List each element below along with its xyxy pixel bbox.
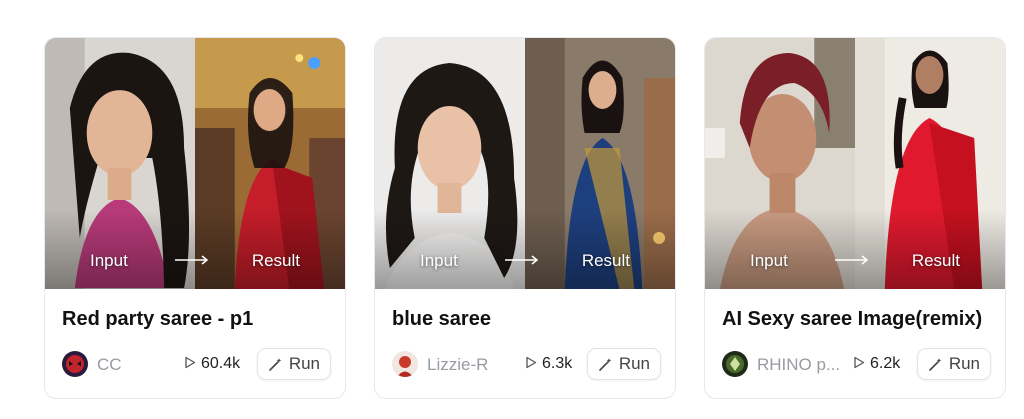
magic-wand-icon: [599, 357, 612, 371]
run-button[interactable]: Run: [256, 348, 331, 380]
author-name[interactable]: CC: [97, 355, 122, 375]
input-label: Input: [420, 251, 458, 270]
run-button-label: Run: [948, 354, 980, 373]
run-button[interactable]: Run: [586, 348, 661, 380]
magic-wand-icon: [929, 357, 942, 371]
run-button-label: Run: [618, 354, 650, 373]
avatar[interactable]: [392, 351, 418, 377]
run-count-value: 6.3k: [542, 355, 573, 372]
card-meta: CC 60.4k Run: [62, 348, 331, 380]
run-count: 60.4k: [184, 355, 240, 373]
result-label: Result: [581, 251, 630, 270]
play-icon: [854, 356, 865, 369]
template-card[interactable]: Input Result Red party saree - p1 CC 60.…: [44, 37, 346, 399]
before-after-preview[interactable]: Input Result: [375, 38, 675, 289]
play-icon: [185, 356, 196, 369]
author-name[interactable]: Lizzie-R: [427, 355, 488, 375]
author-name[interactable]: RHINO p...: [757, 355, 840, 375]
avatar[interactable]: [62, 351, 88, 377]
run-button-label: Run: [288, 354, 320, 373]
arrow-right-icon: [505, 255, 539, 265]
result-label: Result: [251, 251, 300, 270]
card-meta: RHINO p... 6.2k Run: [722, 348, 991, 380]
run-count-value: 6.2k: [870, 355, 901, 372]
run-count: 6.3k: [525, 355, 572, 373]
card-meta: Lizzie-R 6.3k Run: [392, 348, 661, 380]
input-label: Input: [750, 251, 788, 270]
input-label: Input: [90, 251, 128, 270]
before-after-preview[interactable]: Input Result: [705, 38, 1005, 289]
arrow-right-icon: [835, 255, 869, 265]
card-title[interactable]: Red party saree - p1: [62, 308, 253, 331]
result-label: Result: [911, 251, 960, 270]
card-title[interactable]: blue saree: [392, 308, 491, 331]
template-card[interactable]: Input Result AI Sexy saree Image(remix) …: [704, 37, 1006, 399]
run-button[interactable]: Run: [916, 348, 991, 380]
avatar[interactable]: [722, 351, 748, 377]
play-icon: [526, 356, 537, 369]
card-title[interactable]: AI Sexy saree Image(remix): [722, 308, 982, 331]
run-count-value: 60.4k: [201, 355, 241, 372]
magic-wand-icon: [269, 357, 282, 371]
template-card[interactable]: Input Result blue saree Lizzie-R 6.3k Ru…: [374, 37, 676, 399]
before-after-preview[interactable]: Input Result: [45, 38, 345, 289]
run-count: 6.2k: [853, 355, 900, 373]
arrow-right-icon: [175, 255, 209, 265]
